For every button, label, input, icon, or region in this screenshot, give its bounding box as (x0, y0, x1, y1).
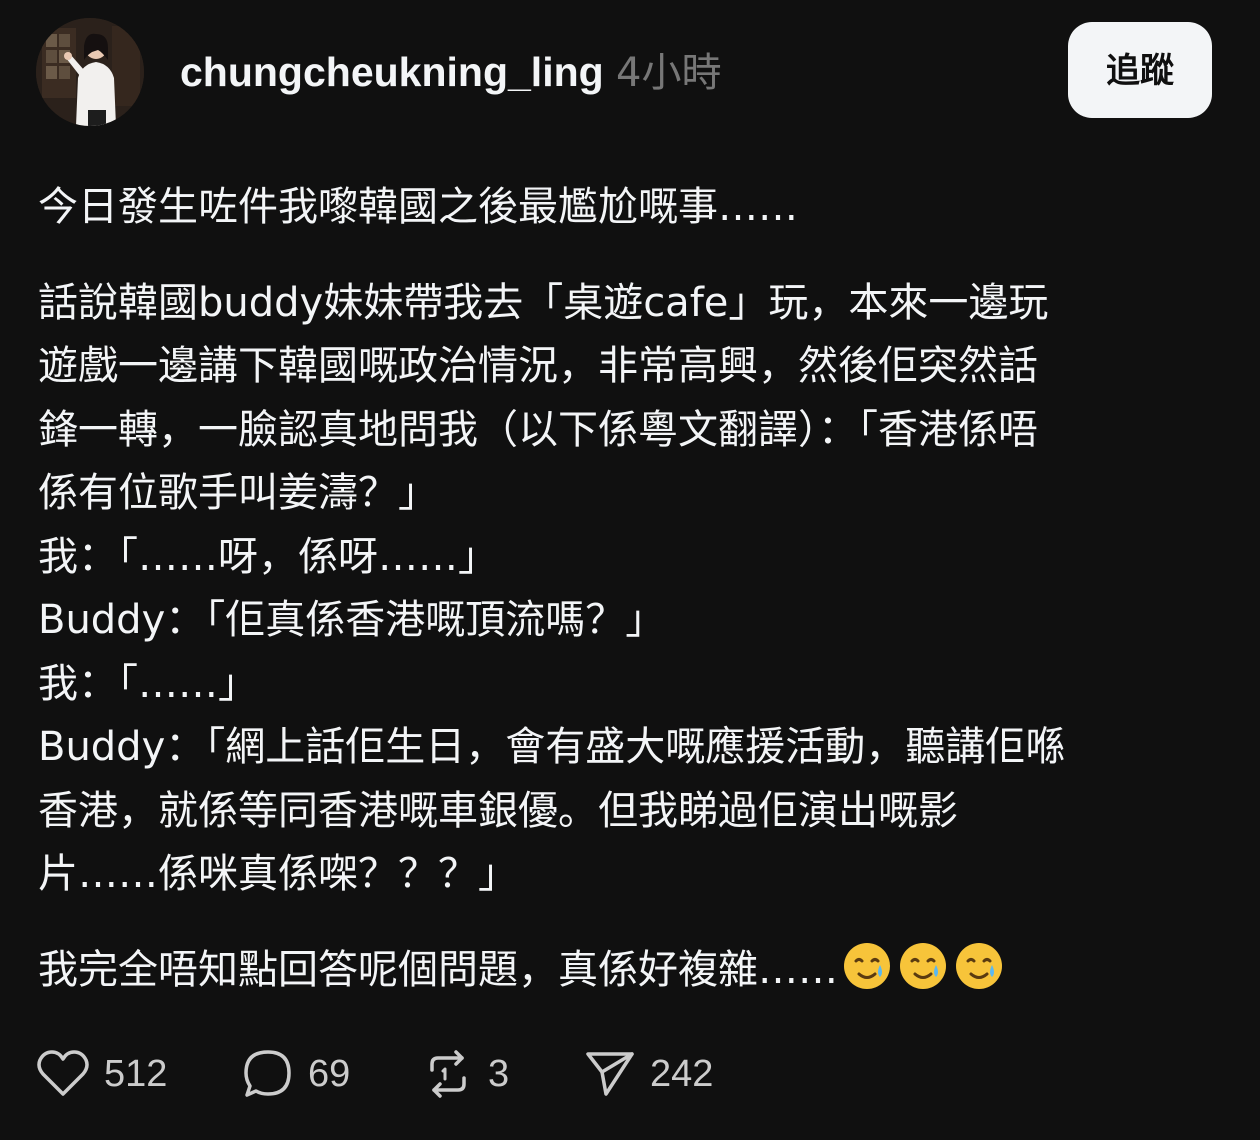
post-text-line: 係有位歌手叫姜濤？」 (38, 470, 438, 516)
post-text-line: 我：「……呀，係呀……」 (38, 533, 498, 580)
thread-post: chungcheukning_ling 4小時 追蹤 今日發生咗件我嚟韓國之後最… (0, 0, 1260, 1140)
post-body: 今日發生咗件我嚟韓國之後最尷尬嘅事…… 話說韓國buddy妹妹帶我去「桌遊caf… (38, 176, 1228, 1002)
send-icon (586, 1052, 634, 1096)
repost-icon (430, 1050, 466, 1098)
post-timestamp: 4小時 (616, 50, 722, 96)
like-count: 512 (104, 1053, 168, 1095)
profile-avatar[interactable] (36, 18, 144, 126)
profile-photo-icon (36, 18, 144, 126)
post-text-line: 片……係咪真係㗎？？？」 (38, 851, 518, 897)
username[interactable]: chungcheukning_ling (180, 46, 604, 98)
post-text-line: Buddy：「佢真係香港嘅頂流嗎？」 (38, 597, 666, 643)
post-text-line: 話說韓國buddy妹妹帶我去「桌遊cafe」玩，本來一邊玩 (38, 279, 1049, 326)
post-text-line-with-emoji: 我完全唔知點回答呢個問題，真係好複雜…… (38, 939, 1228, 1003)
share-button[interactable]: 242 (584, 1044, 713, 1104)
repost-count: 3 (488, 1053, 510, 1095)
comment-bubble-icon (244, 1050, 291, 1097)
post-text-line: 鋒一轉，一臉認真地問我（以下係粵文翻譯）：「香港係唔 (38, 406, 1038, 453)
post-text-line: 今日發生咗件我嚟韓國之後最尷尬嘅事…… (38, 184, 798, 230)
share-count: 242 (650, 1053, 714, 1095)
post-text-line: 香港，就係等同香港嘅車銀優。但我睇過佢演出嘅影 (38, 787, 958, 834)
smiling-face-with-tear-icon (844, 942, 890, 989)
post-text-closing: 我完全唔知點回答呢個問題，真係好複雜…… (38, 946, 838, 993)
paragraph-story: 話說韓國buddy妹妹帶我去「桌遊cafe」玩，本來一邊玩 遊戲一邊講下韓國嘅政… (38, 272, 1228, 907)
like-button[interactable]: 512 (36, 1044, 167, 1104)
smiling-face-with-tear-icon (900, 942, 946, 989)
smiling-face-with-tear-icon (956, 942, 1002, 989)
post-text-line: Buddy：「網上話佢生日，會有盛大嘅應援活動，聽講佢喺 (38, 724, 1066, 770)
post-text-line: 我：「……」 (38, 660, 258, 707)
comment-count: 69 (308, 1053, 351, 1095)
heart-icon (37, 1050, 89, 1096)
post-text-line: 遊戲一邊講下韓國嘅政治情況，非常高興，然後佢突然話 (38, 343, 1038, 389)
repost-button[interactable]: 3 (422, 1044, 509, 1104)
follow-button[interactable]: 追蹤 (1068, 22, 1212, 118)
comment-button[interactable]: 69 (242, 1044, 350, 1104)
paragraph-closing: 我完全唔知點回答呢個問題，真係好複雜…… (38, 939, 1228, 1003)
emoji-group (842, 941, 1004, 991)
paragraph-intro: 今日發生咗件我嚟韓國之後最尷尬嘅事…… (38, 176, 1228, 240)
action-bar: 512 69 3 242 (36, 1044, 796, 1104)
